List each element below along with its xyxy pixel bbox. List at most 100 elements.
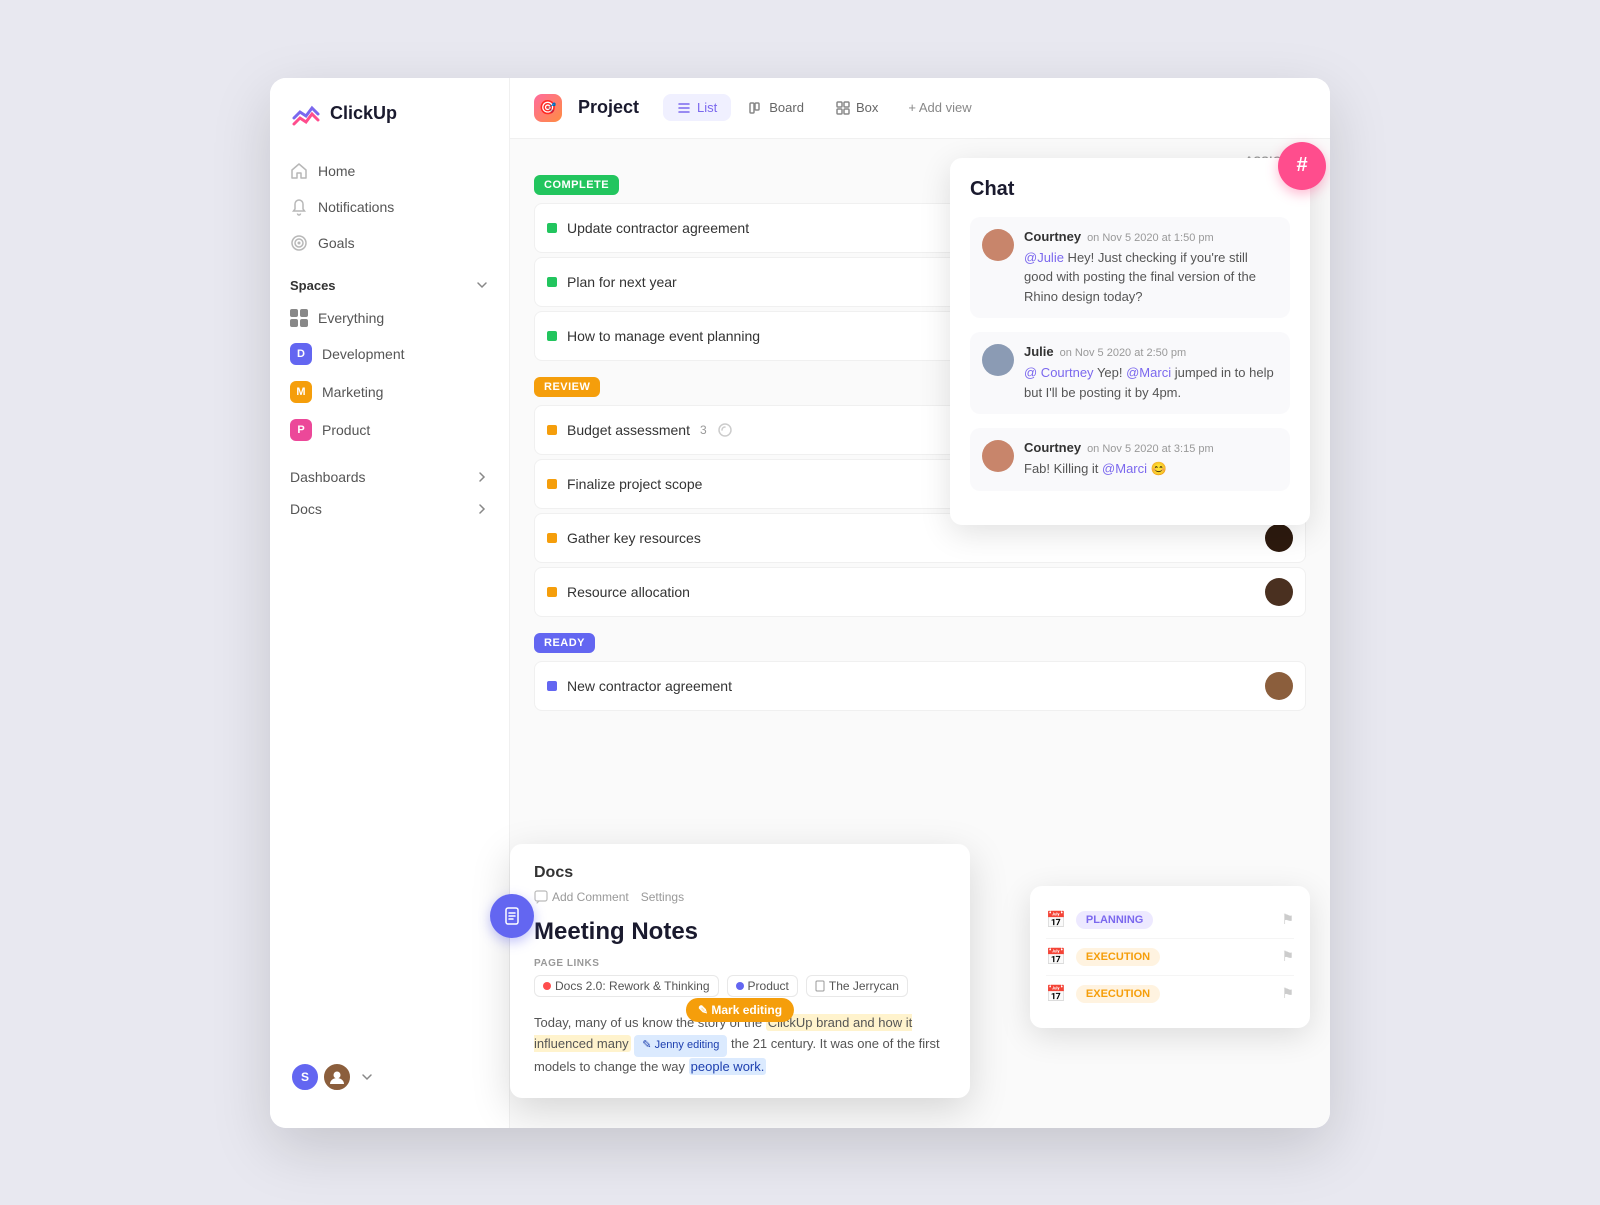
sidebar-item-product[interactable]: P Product [278, 412, 501, 448]
task-dot [547, 425, 557, 435]
tab-board-label: Board [769, 100, 804, 115]
task-dot [547, 331, 557, 341]
project-title: Project [578, 97, 639, 118]
task-name: Resource allocation [567, 584, 690, 600]
docs-body-text: Today, many of us know the story of the … [534, 1013, 946, 1077]
logo[interactable]: ClickUp [270, 98, 509, 154]
chat-time-1: on Nov 5 2020 at 1:50 pm [1087, 232, 1214, 244]
chat-avatar-julie [982, 344, 1014, 376]
docs-section-title: Docs [534, 864, 946, 882]
sidebar-nav: Home Notifications Goals [270, 154, 509, 262]
sidebar-item-goals[interactable]: Goals [278, 226, 501, 260]
page-link-docs[interactable]: Docs 2.0: Rework & Thinking [534, 975, 719, 997]
home-icon [290, 162, 308, 180]
sidebar-footer: S [270, 1046, 509, 1108]
chat-text-1: @Julie Hey! Just checking if you're stil… [1024, 248, 1278, 307]
docs-label: Docs [290, 501, 322, 517]
tab-board[interactable]: Board [735, 94, 818, 121]
task-dot [547, 223, 557, 233]
chat-time-3: on Nov 5 2020 at 3:15 pm [1087, 443, 1214, 455]
settings-label: Settings [641, 890, 684, 904]
add-view-label: + Add view [908, 100, 971, 115]
schedule-row-2: 📅 EXECUTION ⚑ [1046, 939, 1294, 976]
page-link-product[interactable]: Product [727, 975, 798, 997]
development-label: Development [322, 346, 405, 362]
sidebar-item-development[interactable]: D Development [278, 336, 501, 372]
chat-name-3: Courtney [1024, 440, 1081, 455]
view-tabs: List Board Box [663, 94, 984, 121]
meeting-notes-title: Meeting Notes [534, 918, 946, 946]
docs-link-dot [543, 982, 551, 990]
status-badge-ready: READY [534, 633, 595, 653]
status-group-ready: READY New contractor agreement [534, 633, 1306, 711]
page-links-label: PAGE LINKS [534, 958, 946, 969]
flag-icon-1: ⚑ [1281, 911, 1294, 928]
add-comment-label: Add Comment [552, 890, 629, 904]
chat-text-2: @ Courtney Yep! @Marci jumped in to help… [1024, 363, 1278, 402]
box-icon [836, 101, 850, 115]
task-name: Budget assessment [567, 422, 690, 438]
marketing-dot: M [290, 381, 312, 403]
tab-list-label: List [697, 100, 717, 115]
task-avatar [1265, 524, 1293, 552]
refresh-icon [717, 422, 733, 438]
hash-symbol: # [1296, 154, 1307, 177]
page-link-product-label: Product [748, 979, 789, 993]
bell-icon [290, 198, 308, 216]
schedule-row-1: 📅 PLANNING ⚑ [1046, 902, 1294, 939]
flag-icon-2: ⚑ [1281, 948, 1294, 965]
spaces-header: Spaces [270, 262, 509, 301]
settings-button[interactable]: Settings [641, 890, 684, 904]
marketing-label: Marketing [322, 384, 383, 400]
task-name: Update contractor agreement [567, 220, 749, 236]
target-icon [290, 234, 308, 252]
chat-title: Chat [970, 178, 1290, 201]
board-icon [749, 101, 763, 115]
product-dot: P [290, 419, 312, 441]
docs-panel: Docs Add Comment Settings Meeting Notes … [510, 844, 970, 1097]
chevron-down-icon [475, 278, 489, 292]
schedule-tag-execution-2: EXECUTION [1076, 985, 1160, 1003]
grid-icon [290, 309, 308, 327]
sidebar-item-everything[interactable]: Everything [278, 302, 501, 334]
tab-list[interactable]: List [663, 94, 731, 121]
spaces-label: Spaces [290, 278, 336, 293]
logo-text: ClickUp [330, 103, 397, 124]
tab-box-label: Box [856, 100, 878, 115]
mark-editing-button[interactable]: ✎ Mark editing [686, 998, 794, 1022]
task-dot [547, 681, 557, 691]
task-count: 3 [700, 423, 707, 437]
sidebar-home-label: Home [318, 163, 355, 179]
chat-panel: # Chat Courtney on Nov 5 2020 at 1:50 pm… [950, 158, 1310, 525]
sidebar-item-dashboards[interactable]: Dashboards [278, 461, 501, 493]
task-row[interactable]: Resource allocation [534, 567, 1306, 617]
calendar-icon-2: 📅 [1046, 947, 1066, 967]
page-link-jerrycan[interactable]: The Jerrycan [806, 975, 908, 997]
add-comment-button[interactable]: Add Comment [534, 890, 629, 904]
chevron-right-icon-2 [475, 502, 489, 516]
task-name: How to manage event planning [567, 328, 760, 344]
schedule-tag-execution-1: EXECUTION [1076, 948, 1160, 966]
status-badge-complete: COMPLETE [534, 175, 619, 195]
sidebar-item-notifications[interactable]: Notifications [278, 190, 501, 224]
project-icon: 🎯 [534, 94, 562, 122]
sidebar-notifications-label: Notifications [318, 199, 394, 215]
page-link-jerrycan-label: The Jerrycan [829, 979, 899, 993]
hash-button[interactable]: # [1278, 142, 1326, 190]
schedule-row-3: 📅 EXECUTION ⚑ [1046, 976, 1294, 1012]
sidebar-item-marketing[interactable]: M Marketing [278, 374, 501, 410]
docs-floating-button[interactable] [490, 894, 534, 938]
task-row[interactable]: New contractor agreement [534, 661, 1306, 711]
mark-editing-label: ✎ Mark editing [698, 1003, 782, 1017]
bottom-sections: Dashboards Docs [270, 461, 509, 525]
sidebar-item-home[interactable]: Home [278, 154, 501, 188]
task-dot [547, 277, 557, 287]
add-view-button[interactable]: + Add view [896, 94, 983, 121]
everything-label: Everything [318, 310, 384, 326]
user-avatar-2 [322, 1062, 352, 1092]
document-icon [502, 906, 522, 926]
tab-box[interactable]: Box [822, 94, 892, 121]
sidebar-item-docs[interactable]: Docs [278, 493, 501, 525]
task-name: Plan for next year [567, 274, 677, 290]
dashboards-label: Dashboards [290, 469, 366, 485]
